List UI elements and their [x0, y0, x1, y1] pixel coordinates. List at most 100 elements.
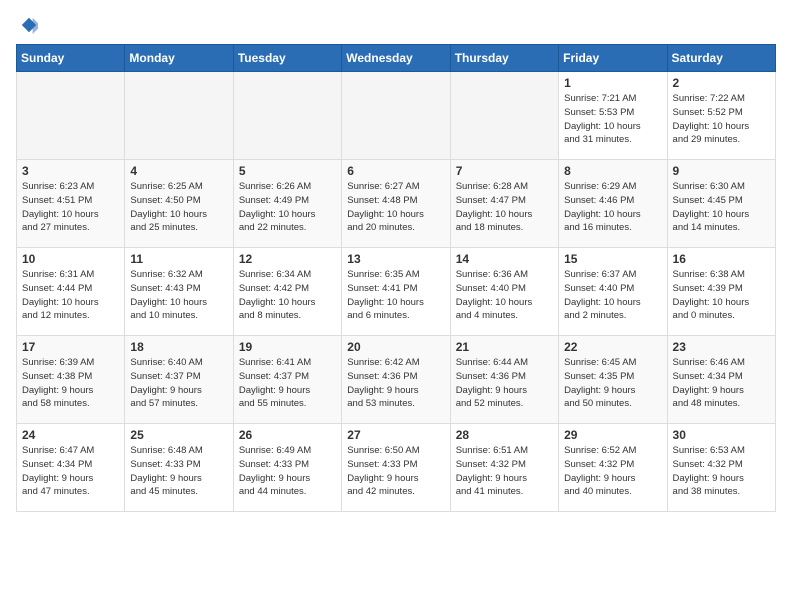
day-number: 18 [130, 340, 227, 354]
day-number: 19 [239, 340, 336, 354]
weekday-header-monday: Monday [125, 45, 233, 72]
logo-icon [20, 16, 38, 34]
calendar-cell: 25Sunrise: 6:48 AM Sunset: 4:33 PM Dayli… [125, 424, 233, 512]
day-info: Sunrise: 6:29 AM Sunset: 4:46 PM Dayligh… [564, 180, 661, 235]
day-number: 14 [456, 252, 553, 266]
calendar-cell [450, 72, 558, 160]
calendar-week-row: 17 Sunrise: 6:39 AM Sunset: 4:38 PM Dayli… [17, 336, 776, 424]
calendar-cell [125, 72, 233, 160]
day-info: Sunrise: 6:34 AM Sunset: 4:42 PM Dayligh… [239, 268, 336, 323]
calendar-cell: 23 Sunrise: 6:46 AM Sunset: 4:34 PM Dayli… [667, 336, 775, 424]
calendar-cell: 26 Sunrise: 6:49 AM Sunset: 4:33 PM Dayli… [233, 424, 341, 512]
calendar-cell: 14 Sunrise: 6:36 AM Sunset: 4:40 PM Dayli… [450, 248, 558, 336]
day-info: Sunrise: 6:49 AM Sunset: 4:33 PM Dayligh… [239, 444, 336, 499]
weekday-header-sunday: Sunday [17, 45, 125, 72]
calendar-cell: 27 Sunrise: 6:50 AM Sunset: 4:33 PM Dayli… [342, 424, 450, 512]
calendar-week-row: 3 Sunrise: 6:23 AM Sunset: 4:51 PM Daylig… [17, 160, 776, 248]
day-info: Sunrise: 6:28 AM Sunset: 4:47 PM Dayligh… [456, 180, 553, 235]
day-number: 10 [22, 252, 119, 266]
calendar-cell: 4 Sunrise: 6:25 AM Sunset: 4:50 PM Daylig… [125, 160, 233, 248]
calendar-cell: 19 Sunrise: 6:41 AM Sunset: 4:37 PM Dayli… [233, 336, 341, 424]
calendar-cell: 1 Sunrise: 7:21 AM Sunset: 5:53 PM Daylig… [559, 72, 667, 160]
calendar-cell: 7 Sunrise: 6:28 AM Sunset: 4:47 PM Daylig… [450, 160, 558, 248]
calendar-cell: 20 Sunrise: 6:42 AM Sunset: 4:36 PM Dayli… [342, 336, 450, 424]
day-info: Sunrise: 6:32 AM Sunset: 4:43 PM Dayligh… [130, 268, 227, 323]
day-info: Sunrise: 6:30 AM Sunset: 4:45 PM Dayligh… [673, 180, 770, 235]
day-number: 1 [564, 76, 661, 90]
calendar-cell: 30 Sunrise: 6:53 AM Sunset: 4:32 PM Dayli… [667, 424, 775, 512]
weekday-header-saturday: Saturday [667, 45, 775, 72]
calendar-cell: 24 Sunrise: 6:47 AM Sunset: 4:34 PM Dayli… [17, 424, 125, 512]
day-number: 30 [673, 428, 770, 442]
calendar-cell: 8 Sunrise: 6:29 AM Sunset: 4:46 PM Daylig… [559, 160, 667, 248]
day-number: 12 [239, 252, 336, 266]
day-number: 5 [239, 164, 336, 178]
day-info: Sunrise: 6:36 AM Sunset: 4:40 PM Dayligh… [456, 268, 553, 323]
day-info: Sunrise: 6:35 AM Sunset: 4:41 PM Dayligh… [347, 268, 444, 323]
day-number: 27 [347, 428, 444, 442]
day-info: Sunrise: 6:26 AM Sunset: 4:49 PM Dayligh… [239, 180, 336, 235]
day-info: Sunrise: 6:40 AM Sunset: 4:37 PM Dayligh… [130, 356, 227, 411]
day-number: 23 [673, 340, 770, 354]
day-info: Sunrise: 7:22 AM Sunset: 5:52 PM Dayligh… [673, 92, 770, 147]
page-header [16, 16, 776, 34]
day-number: 24 [22, 428, 119, 442]
calendar-cell: 3 Sunrise: 6:23 AM Sunset: 4:51 PM Daylig… [17, 160, 125, 248]
calendar-week-row: 10 Sunrise: 6:31 AM Sunset: 4:44 PM Dayli… [17, 248, 776, 336]
day-info: Sunrise: 6:46 AM Sunset: 4:34 PM Dayligh… [673, 356, 770, 411]
day-info: Sunrise: 6:39 AM Sunset: 4:38 PM Dayligh… [22, 356, 119, 411]
day-info: Sunrise: 6:38 AM Sunset: 4:39 PM Dayligh… [673, 268, 770, 323]
day-number: 3 [22, 164, 119, 178]
day-info: Sunrise: 6:53 AM Sunset: 4:32 PM Dayligh… [673, 444, 770, 499]
day-number: 16 [673, 252, 770, 266]
calendar-cell: 12 Sunrise: 6:34 AM Sunset: 4:42 PM Dayli… [233, 248, 341, 336]
calendar-cell: 11Sunrise: 6:32 AM Sunset: 4:43 PM Dayli… [125, 248, 233, 336]
weekday-header-friday: Friday [559, 45, 667, 72]
day-number: 21 [456, 340, 553, 354]
day-number: 6 [347, 164, 444, 178]
calendar-cell: 6 Sunrise: 6:27 AM Sunset: 4:48 PM Daylig… [342, 160, 450, 248]
day-number: 29 [564, 428, 661, 442]
day-number: 17 [22, 340, 119, 354]
weekday-header-tuesday: Tuesday [233, 45, 341, 72]
calendar-cell: 5 Sunrise: 6:26 AM Sunset: 4:49 PM Daylig… [233, 160, 341, 248]
calendar-cell: 28 Sunrise: 6:51 AM Sunset: 4:32 PM Dayli… [450, 424, 558, 512]
day-number: 22 [564, 340, 661, 354]
day-number: 2 [673, 76, 770, 90]
day-number: 8 [564, 164, 661, 178]
calendar-cell [17, 72, 125, 160]
calendar-cell: 15Sunrise: 6:37 AM Sunset: 4:40 PM Dayli… [559, 248, 667, 336]
day-number: 20 [347, 340, 444, 354]
day-number: 28 [456, 428, 553, 442]
day-info: Sunrise: 6:51 AM Sunset: 4:32 PM Dayligh… [456, 444, 553, 499]
day-info: Sunrise: 6:45 AM Sunset: 4:35 PM Dayligh… [564, 356, 661, 411]
calendar-week-row: 24 Sunrise: 6:47 AM Sunset: 4:34 PM Dayli… [17, 424, 776, 512]
day-info: Sunrise: 7:21 AM Sunset: 5:53 PM Dayligh… [564, 92, 661, 147]
day-info: Sunrise: 6:42 AM Sunset: 4:36 PM Dayligh… [347, 356, 444, 411]
calendar-header-row: SundayMondayTuesdayWednesdayThursdayFrid… [17, 45, 776, 72]
day-number: 26 [239, 428, 336, 442]
day-info: Sunrise: 6:37 AM Sunset: 4:40 PM Dayligh… [564, 268, 661, 323]
day-info: Sunrise: 6:23 AM Sunset: 4:51 PM Dayligh… [22, 180, 119, 235]
day-info: Sunrise: 6:41 AM Sunset: 4:37 PM Dayligh… [239, 356, 336, 411]
calendar-cell: 22 Sunrise: 6:45 AM Sunset: 4:35 PM Dayli… [559, 336, 667, 424]
day-info: Sunrise: 6:48 AM Sunset: 4:33 PM Dayligh… [130, 444, 227, 499]
calendar-cell: 29Sunrise: 6:52 AM Sunset: 4:32 PM Dayli… [559, 424, 667, 512]
day-info: Sunrise: 6:27 AM Sunset: 4:48 PM Dayligh… [347, 180, 444, 235]
day-info: Sunrise: 6:44 AM Sunset: 4:36 PM Dayligh… [456, 356, 553, 411]
calendar-cell: 16 Sunrise: 6:38 AM Sunset: 4:39 PM Dayli… [667, 248, 775, 336]
calendar-cell: 17 Sunrise: 6:39 AM Sunset: 4:38 PM Dayli… [17, 336, 125, 424]
day-number: 13 [347, 252, 444, 266]
calendar-cell: 21 Sunrise: 6:44 AM Sunset: 4:36 PM Dayli… [450, 336, 558, 424]
day-info: Sunrise: 6:31 AM Sunset: 4:44 PM Dayligh… [22, 268, 119, 323]
day-info: Sunrise: 6:50 AM Sunset: 4:33 PM Dayligh… [347, 444, 444, 499]
day-number: 4 [130, 164, 227, 178]
weekday-header-thursday: Thursday [450, 45, 558, 72]
calendar-cell: 9 Sunrise: 6:30 AM Sunset: 4:45 PM Daylig… [667, 160, 775, 248]
day-info: Sunrise: 6:25 AM Sunset: 4:50 PM Dayligh… [130, 180, 227, 235]
calendar-cell: 10 Sunrise: 6:31 AM Sunset: 4:44 PM Dayli… [17, 248, 125, 336]
day-info: Sunrise: 6:47 AM Sunset: 4:34 PM Dayligh… [22, 444, 119, 499]
day-number: 7 [456, 164, 553, 178]
calendar-cell: 2 Sunrise: 7:22 AM Sunset: 5:52 PM Daylig… [667, 72, 775, 160]
day-number: 9 [673, 164, 770, 178]
